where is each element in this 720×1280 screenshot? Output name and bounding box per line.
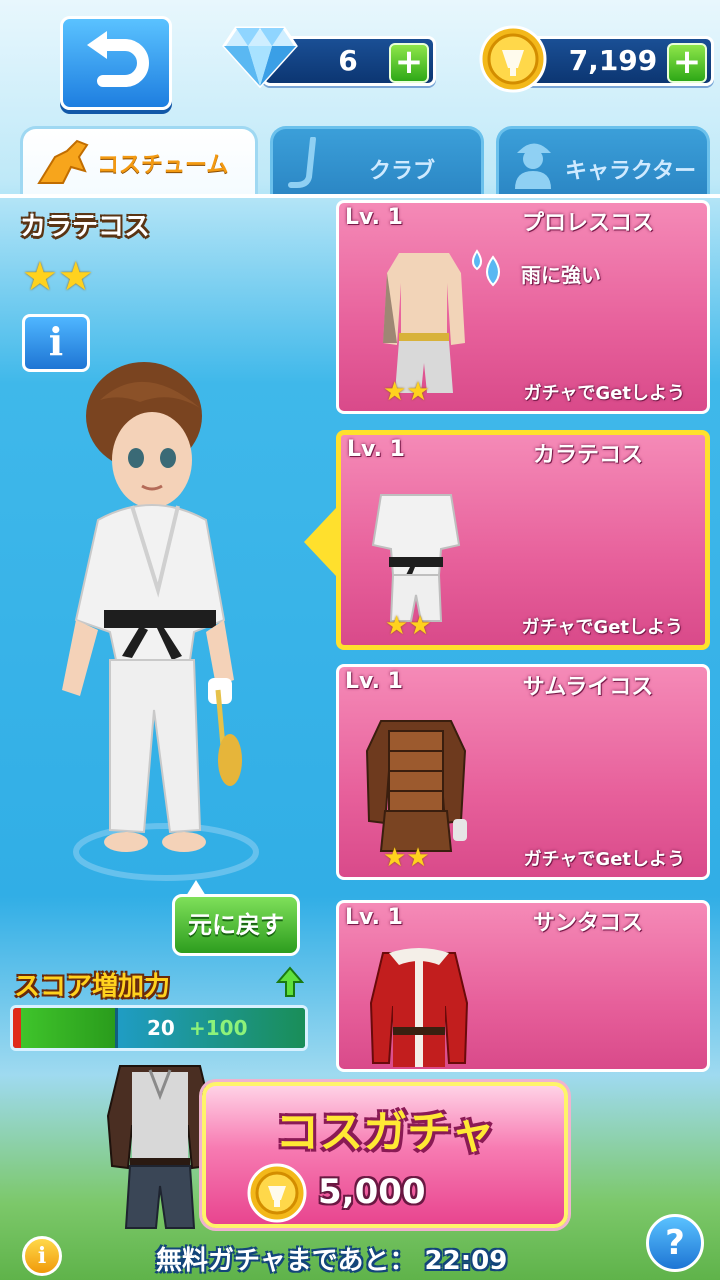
star-icon: ★ — [406, 377, 430, 407]
character-icon — [515, 143, 551, 189]
tab-costume-label: コスチューム — [97, 153, 229, 178]
back-button[interactable] — [60, 16, 172, 110]
tab-character-label: キャラクター — [565, 159, 697, 184]
star-icon: ★ — [57, 254, 94, 300]
coin-counter: 7,199 + — [520, 36, 714, 86]
card-stars: ★★ — [383, 843, 430, 873]
card-get-label: ガチャでGetしよう — [523, 849, 685, 870]
add-diamonds-button[interactable]: + — [389, 43, 429, 83]
star-icon: ★ — [408, 611, 432, 641]
score-value: 20 — [147, 1016, 175, 1040]
card-trait: 雨に強い — [521, 263, 601, 287]
score-fill — [13, 1008, 116, 1048]
costume-card-santa[interactable]: Lv. 1 サンタコス — [336, 900, 710, 1072]
costume-card-samurai[interactable]: Lv. 1 サムライコス ★★ ガチャでGetしよう — [336, 664, 710, 880]
selection-pointer — [304, 508, 336, 576]
return-arrow-icon — [87, 31, 149, 87]
tab-club[interactable]: クラブ — [270, 126, 484, 196]
card-level: Lv. 1 — [345, 905, 403, 930]
tab-costume[interactable]: コスチューム — [20, 126, 258, 196]
card-level: Lv. 1 — [345, 669, 403, 694]
up-arrow-icon — [276, 966, 304, 997]
coin-icon — [479, 25, 547, 93]
add-coins-button[interactable]: + — [667, 43, 707, 83]
star-icon: ★ — [22, 254, 58, 300]
card-level: Lv. 1 — [345, 205, 403, 230]
wrestler-costume-icon — [383, 253, 465, 393]
card-get-label: ガチャでGetしよう — [523, 383, 685, 404]
star-icon: ★ — [385, 611, 409, 641]
tab-character[interactable]: キャラクター — [496, 126, 710, 196]
santa-suit-icon — [369, 948, 469, 1067]
info-circle-icon[interactable]: i — [22, 1236, 62, 1276]
card-stars: ★★ — [383, 377, 430, 407]
rarity-stars: ★★ — [22, 254, 94, 300]
coin-icon — [247, 1163, 307, 1223]
card-name: カラテコス — [532, 443, 643, 468]
star-icon: ★ — [406, 843, 430, 873]
costume-name: カラテコス — [20, 212, 151, 242]
rain-drops-icon — [472, 249, 500, 287]
card-stars: ★★ — [385, 611, 432, 641]
coin-count: 7,199 — [568, 44, 658, 77]
costume-card-karate[interactable]: Lv. 1 カラテコス ★★ ガチャでGetしよう — [336, 430, 710, 650]
score-label: スコア増加力 — [14, 972, 171, 1002]
tab-divider — [0, 194, 720, 198]
card-level: Lv. 1 — [347, 437, 405, 462]
free-gacha-timer: 無料ガチャまであと： 22:09 — [156, 1246, 508, 1276]
score-bar: 20 +100 — [10, 1005, 308, 1051]
costume-card-prowrestling[interactable]: Lv. 1 プロレスコス 雨に強い ★★ ガチャでGetしよう — [336, 200, 710, 414]
score-bonus: +100 — [189, 1016, 248, 1040]
diamond-icon — [222, 26, 298, 89]
star-icon: ★ — [383, 843, 407, 873]
help-button[interactable]: ? — [646, 1214, 704, 1272]
card-get-label: ガチャでGetしよう — [521, 617, 683, 638]
card-name: サンタコス — [532, 911, 643, 936]
character-model — [62, 362, 259, 881]
tab-club-label: クラブ — [369, 159, 436, 184]
gacha-title: コスガチャ — [275, 1107, 495, 1158]
costume-gacha-button[interactable]: コスガチャ 5,000 — [202, 1082, 568, 1228]
reset-button[interactable]: 元に戻す — [172, 894, 300, 956]
card-name: プロレスコス — [521, 211, 654, 236]
card-name: サムライコス — [522, 675, 654, 700]
gacha-price: 5,000 — [318, 1172, 426, 1212]
golf-club-icon — [288, 137, 316, 188]
samurai-armor-icon — [365, 720, 467, 852]
costume-icon — [37, 139, 89, 184]
star-icon: ★ — [383, 377, 407, 407]
karate-gi-icon — [371, 494, 461, 622]
